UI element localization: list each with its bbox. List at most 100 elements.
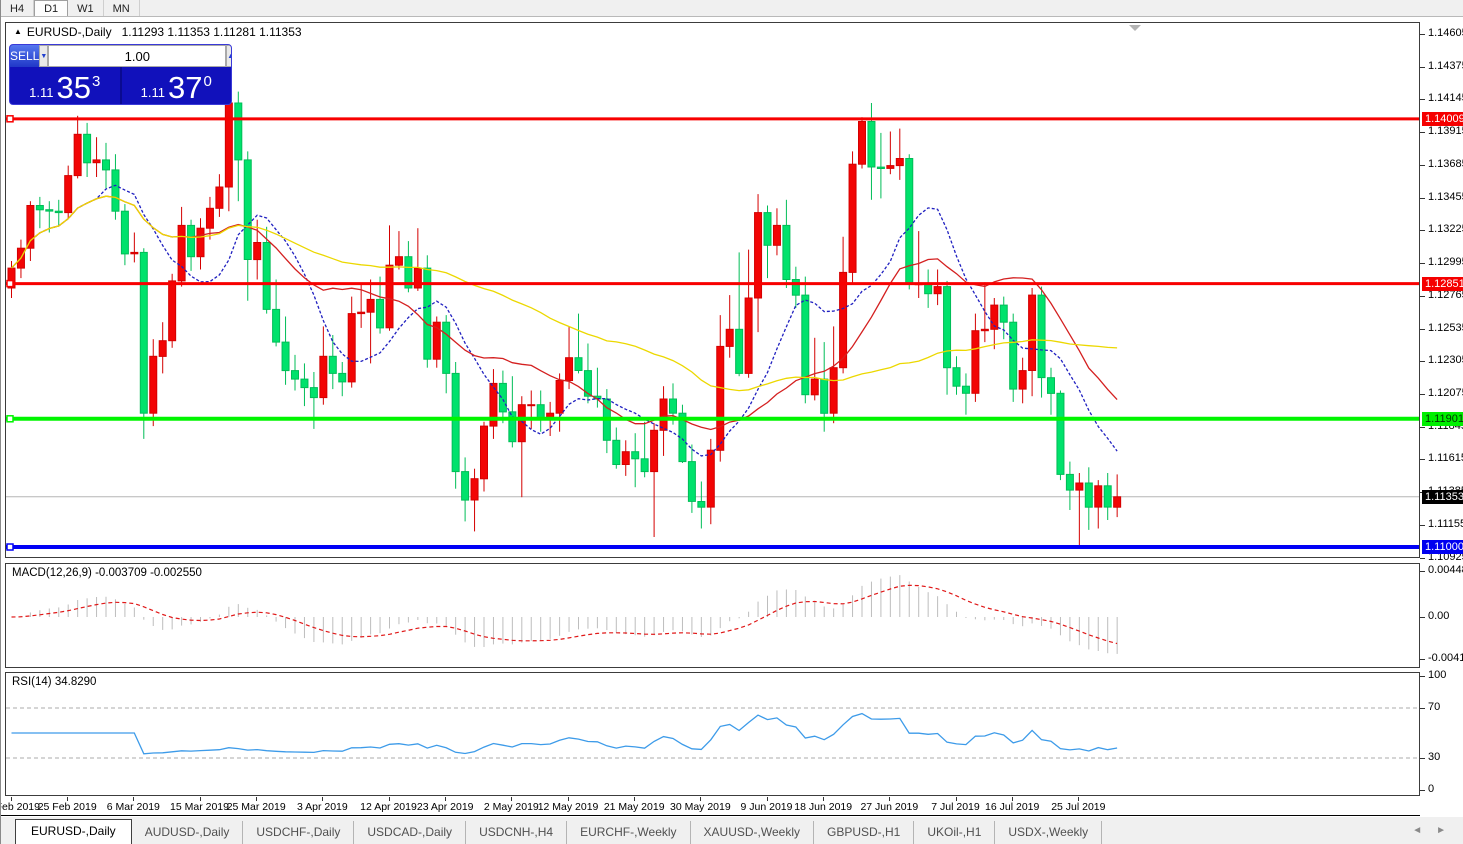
- chart-tab-eurchf-weekly[interactable]: EURCHF-,Weekly: [567, 821, 690, 844]
- price-tick-label: 1.11155: [1428, 518, 1463, 530]
- axis-tick: [1420, 617, 1425, 618]
- rsi-tick-label: 100: [1428, 669, 1446, 681]
- rsi-indicator-panel[interactable]: RSI(14) 34.8290: [5, 672, 1420, 796]
- axis-tick: [1420, 132, 1425, 133]
- axis-tick: [1420, 790, 1425, 791]
- chart-shift-marker-icon[interactable]: [1129, 25, 1141, 31]
- toolbar-timeframe-h4[interactable]: H4: [1, 0, 34, 16]
- price-tick-label: 1.12765: [1428, 289, 1463, 301]
- price-tick-label: 1.12305: [1428, 354, 1463, 366]
- tab-scroll-right-icon[interactable]: ►: [1436, 825, 1446, 836]
- volume-increase-button[interactable]: ▲: [226, 45, 232, 67]
- buy-price-big: 37: [168, 73, 202, 103]
- date-label: 16 Jul 2019: [985, 801, 1039, 813]
- macd-tick-label: 0.004484: [1428, 564, 1463, 576]
- price-tick-label: 1.12995: [1428, 256, 1463, 268]
- axis-tick: [1420, 165, 1425, 166]
- volume-decrease-button[interactable]: ▼: [39, 45, 48, 67]
- toolbar-timeframe-w1[interactable]: W1: [68, 0, 104, 16]
- axis-tick: [1420, 296, 1425, 297]
- axis-tick: [1420, 427, 1425, 428]
- axis-tick: [1420, 263, 1425, 264]
- macd-signal-line: [12, 585, 1118, 643]
- chart-tab-usdcad-daily[interactable]: USDCAD-,Daily: [354, 821, 466, 844]
- macd-indicator-panel[interactable]: MACD(12,26,9) -0.003709 -0.002550: [5, 563, 1420, 668]
- rsi-tick-label: 30: [1428, 751, 1440, 763]
- sell-price-button[interactable]: 1.11353: [10, 67, 122, 105]
- date-label: 21 May 2019: [604, 801, 665, 813]
- price-tag-1.12851: 1.12851: [1422, 277, 1463, 291]
- price-tick-label: 1.14375: [1428, 60, 1463, 72]
- rsi-canvas: [6, 673, 1419, 795]
- axis-tick: [1420, 198, 1425, 199]
- buy-price-button[interactable]: 1.11370: [122, 67, 232, 105]
- chart-tab-bar: EURUSD-,DailyAUDUSD-,DailyUSDCHF-,DailyU…: [1, 817, 1463, 844]
- price-tag-1.14009: 1.14009: [1422, 112, 1463, 126]
- price-tag-1.11353: 1.11353: [1422, 490, 1463, 504]
- time-axis[interactable]: 15 Feb 201925 Feb 20196 Mar 201915 Mar 2…: [1, 797, 1420, 816]
- date-label: 12 Apr 2019: [360, 801, 417, 813]
- price-tag-1.11000: 1.11000: [1422, 540, 1463, 554]
- timeframe-toolbar: H4D1W1MN: [1, 0, 1463, 17]
- toolbar-timeframe-mn[interactable]: MN: [104, 0, 140, 16]
- date-label: 3 Apr 2019: [297, 801, 348, 813]
- axis-tick: [1420, 34, 1425, 35]
- chart-tab-ukoil-h1[interactable]: UKOil-,H1: [914, 821, 995, 844]
- date-label: 12 May 2019: [538, 801, 599, 813]
- ma-10-line: [12, 185, 1118, 456]
- axis-tick: [1420, 459, 1425, 460]
- volume-input[interactable]: [48, 45, 226, 67]
- axis-tick: [1420, 99, 1425, 100]
- ohlc-values: 1.11293 1.11353 1.11281 1.11353: [122, 25, 302, 39]
- chart-tab-usdcnh-h4[interactable]: USDCNH-,H4: [466, 821, 567, 844]
- macd-tick-label: 0.00: [1428, 610, 1449, 622]
- price-tick-label: 1.13685: [1428, 158, 1463, 170]
- date-label: 6 Mar 2019: [107, 801, 160, 813]
- chart-tab-eurusd-daily[interactable]: EURUSD-,Daily: [15, 819, 132, 844]
- axis-tick: [1420, 67, 1425, 68]
- panel-collapse-icon[interactable]: ▲: [14, 27, 22, 36]
- sell-button[interactable]: SELL: [10, 45, 39, 67]
- axis-tick: [1420, 571, 1425, 572]
- price-tick-label: 1.11615: [1428, 452, 1463, 464]
- chevron-down-icon: ▼: [40, 53, 47, 60]
- chart-tab-usdchf-daily[interactable]: USDCHF-,Daily: [243, 821, 354, 844]
- axis-tick: [1420, 525, 1425, 526]
- axis-tick: [1420, 676, 1425, 677]
- date-label: 30 May 2019: [670, 801, 731, 813]
- axis-tick: [1420, 394, 1425, 395]
- price-axis[interactable]: 1.146051.143751.141451.139151.136851.134…: [1420, 17, 1463, 816]
- rsi-tick-label: 0: [1428, 783, 1434, 795]
- chart-tab-gbpusd-h1[interactable]: GBPUSD-,H1: [814, 821, 914, 844]
- chevron-up-icon: ▲: [227, 53, 232, 60]
- macd-tick-label: -0.0041: [1428, 652, 1463, 664]
- rsi-label: RSI(14) 34.8290: [12, 676, 96, 688]
- price-tag-1.11901: 1.11901: [1422, 412, 1463, 426]
- price-tick-label: 1.13225: [1428, 223, 1463, 235]
- symbol-period-label: EURUSD-,Daily: [27, 25, 112, 39]
- chart-tab-usdx-weekly[interactable]: USDX-,Weekly: [995, 821, 1102, 844]
- toolbar-timeframe-d1[interactable]: D1: [34, 0, 68, 16]
- buy-price-sup: 0: [203, 73, 211, 90]
- price-tick-label: 1.14605: [1428, 27, 1463, 39]
- axis-tick: [1420, 558, 1425, 559]
- date-label: 2 May 2019: [484, 801, 539, 813]
- axis-tick: [1420, 230, 1425, 231]
- axis-tick: [1420, 329, 1425, 330]
- chart-tab-audusd-daily[interactable]: AUDUSD-,Daily: [132, 821, 244, 844]
- date-label: 25 Jul 2019: [1051, 801, 1105, 813]
- price-tick-label: 1.12535: [1428, 322, 1463, 334]
- tab-scroll-left-icon[interactable]: ◄: [1412, 825, 1422, 836]
- sell-price-prefix: 1.11: [29, 85, 53, 100]
- date-label: 23 Apr 2019: [417, 801, 474, 813]
- date-label: 27 Jun 2019: [860, 801, 918, 813]
- chart-tab-xauusd-weekly[interactable]: XAUUSD-,Weekly: [691, 821, 814, 844]
- date-label: 7 Jul 2019: [931, 801, 979, 813]
- price-tick-label: 1.13915: [1428, 125, 1463, 137]
- axis-tick: [1420, 361, 1425, 362]
- chart-title: ▲ EURUSD-,Daily 1.11293 1.11353 1.11281 1.…: [14, 25, 302, 39]
- price-tick-label: 1.12075: [1428, 387, 1463, 399]
- date-label: 15 Mar 2019: [170, 801, 229, 813]
- ma-50-line: [12, 196, 1118, 390]
- rsi-tick-label: 70: [1428, 701, 1440, 713]
